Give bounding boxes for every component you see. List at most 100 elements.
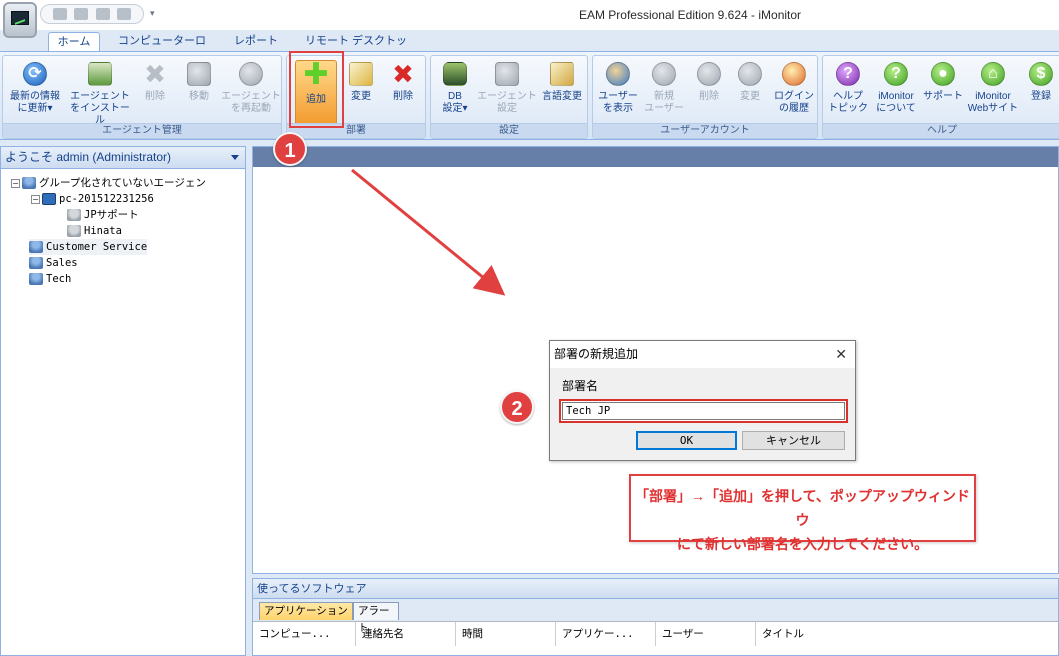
login-history-button[interactable]: ログイン の履歴 xyxy=(771,58,817,122)
tree-node-user-jp-support[interactable]: JPサポート xyxy=(67,207,139,223)
tab-applications[interactable]: アプリケーション xyxy=(259,602,353,620)
home-icon: ⌂ xyxy=(977,58,1009,90)
tree-node-tech[interactable]: Tech xyxy=(29,271,71,287)
new-user-icon xyxy=(648,58,680,90)
note-line-1: 「部署」→「追加」を押して、ポップアップウィンドウ xyxy=(635,488,970,528)
change-department-button[interactable]: 変更 xyxy=(341,58,381,122)
delete-department-button[interactable]: ✖ 削除 xyxy=(383,58,423,122)
chevron-down-icon[interactable] xyxy=(231,155,239,160)
welcome-label: ようこそ admin (Administrator) xyxy=(5,150,172,164)
software-pane: 使ってるソフトウェア アプリケーション アラート コンピュー... 連絡先名 時… xyxy=(252,578,1059,656)
group-agent-management: ⟳ 最新の情報 に更新▾ エージェント をインストール ✖ 削除 移動 エージェ… xyxy=(2,55,282,139)
db-settings-button[interactable]: DB 設定▾ xyxy=(433,58,477,122)
department-name-label: 部署名 xyxy=(562,379,599,393)
department-name-field-wrapper xyxy=(559,399,848,423)
install-agent-icon xyxy=(84,58,116,90)
qat-customize-icon[interactable]: ▾ xyxy=(150,8,155,19)
chart-icon[interactable] xyxy=(52,8,67,20)
ok-button[interactable]: OK xyxy=(636,431,737,450)
move-icon xyxy=(183,58,215,90)
tab-remote-desktop[interactable]: リモート デスクトップ xyxy=(298,32,414,65)
title-bar: ▾ EAM Professional Edition 9.624 - iMoni… xyxy=(0,0,1059,30)
software-grid-header: コンピュー... 連絡先名 時間 アプリケー... ユーザー タイトル xyxy=(253,621,1058,646)
user-icon xyxy=(67,225,81,237)
collapse-icon[interactable]: − xyxy=(31,194,40,204)
edit-pencil-icon xyxy=(345,58,377,90)
restart-icon xyxy=(235,58,267,90)
about-button[interactable]: ? iMonitor について xyxy=(871,58,921,122)
column-time[interactable]: 時間 xyxy=(456,622,556,646)
cancel-button[interactable]: キャンセル xyxy=(742,431,845,450)
column-user[interactable]: ユーザー xyxy=(656,622,756,646)
app-logo-icon[interactable] xyxy=(3,2,37,38)
install-agent-button[interactable]: エージェント をインストール xyxy=(67,58,133,126)
cart-icon: $ xyxy=(1025,58,1057,90)
show-users-button[interactable]: ユーザー を表示 xyxy=(595,58,641,122)
software-pane-title: 使ってるソフトウェア xyxy=(253,579,1058,599)
tab-alerts[interactable]: アラート xyxy=(353,602,399,634)
database-icon xyxy=(439,58,471,90)
department-name-input[interactable] xyxy=(562,402,845,420)
column-title[interactable]: タイトル xyxy=(756,622,1056,646)
move-agent-button[interactable]: 移動 xyxy=(177,58,221,122)
tree-header[interactable]: ようこそ admin (Administrator) xyxy=(1,147,245,169)
window-icon[interactable] xyxy=(117,8,132,20)
add-button-highlight xyxy=(289,51,344,128)
delete-icon: ✖ xyxy=(144,59,166,89)
collapse-icon[interactable]: − xyxy=(11,178,20,188)
support-icon: ● xyxy=(927,58,959,90)
website-button[interactable]: ⌂ iMonitor Webサイト xyxy=(965,58,1021,122)
group-icon xyxy=(22,177,36,189)
delete-user-icon xyxy=(693,58,725,90)
tree-node-ungrouped[interactable]: − グループ化されていないエージェン xyxy=(11,175,206,191)
tree-node-user-hinata[interactable]: Hinata xyxy=(67,223,122,239)
computer-icon xyxy=(42,193,56,205)
help-topics-button[interactable]: ? ヘルプ トピック xyxy=(825,58,871,122)
register-button[interactable]: $ 登録 xyxy=(1023,58,1059,122)
close-icon[interactable]: ✕ xyxy=(835,341,847,368)
tree-node-sales[interactable]: Sales xyxy=(29,255,78,271)
tree-node-pc[interactable]: − pc-201512231256 xyxy=(31,191,154,207)
step-badge-1: 1 xyxy=(273,132,307,166)
agent-settings-button[interactable]: エージェント 設定 xyxy=(477,58,537,122)
window-title: EAM Professional Edition 9.624 - iMonito… xyxy=(578,8,802,22)
language-icon xyxy=(546,58,578,90)
column-computer[interactable]: コンピュー... xyxy=(253,622,356,646)
new-user-button[interactable]: 新規 ユーザー xyxy=(641,58,687,122)
group-icon xyxy=(29,257,43,269)
delete-user-button[interactable]: 削除 xyxy=(687,58,731,122)
bar-chart-icon[interactable] xyxy=(74,8,89,20)
login-history-icon xyxy=(778,58,810,90)
column-contact[interactable]: 連絡先名 xyxy=(356,622,456,646)
column-application[interactable]: アプリケー... xyxy=(556,622,656,646)
agent-tree-pane: ようこそ admin (Administrator) − グループ化されていないエ… xyxy=(0,146,246,656)
dialog-title: 部署の新規追加 xyxy=(554,347,639,361)
refresh-button[interactable]: ⟳ 最新の情報 に更新▾ xyxy=(5,58,65,122)
delete-icon: ✖ xyxy=(392,59,414,89)
tree-node-customer-service[interactable]: Customer Service xyxy=(29,239,148,255)
group-settings: DB 設定▾ エージェント 設定 言語変更 設定 xyxy=(430,55,588,139)
group-help: ? ヘルプ トピック ? iMonitor について ● サポート ⌂ iMon… xyxy=(822,55,1059,139)
support-button[interactable]: ● サポート xyxy=(921,58,965,122)
tab-home[interactable]: ホーム xyxy=(48,32,100,52)
group-icon xyxy=(29,273,43,285)
refresh-icon: ⟳ xyxy=(19,58,51,90)
step-badge-2: 2 xyxy=(500,390,534,424)
agent-settings-icon xyxy=(491,58,523,90)
ribbon: ⟳ 最新の情報 に更新▾ エージェント をインストール ✖ 削除 移動 エージェ… xyxy=(0,51,1059,140)
ribbon-tabs: ホーム コンピューターログ レポート リモート デスクトップ xyxy=(0,30,1059,65)
report-icon[interactable] xyxy=(95,8,110,20)
quick-access-toolbar xyxy=(40,4,144,24)
dialog-title-bar: 部署の新規追加 ✕ xyxy=(550,341,855,368)
delete-agent-button[interactable]: ✖ 削除 xyxy=(133,58,177,122)
language-button[interactable]: 言語変更 xyxy=(537,58,587,122)
add-department-dialog: 部署の新規追加 ✕ 部署名 OK キャンセル xyxy=(549,340,856,461)
restart-agent-button[interactable]: エージェント を再起動 xyxy=(221,58,281,122)
software-tabs: アプリケーション アラート xyxy=(253,599,1058,634)
main-header-bar xyxy=(253,147,1058,167)
tab-computer-log[interactable]: コンピューターログ xyxy=(110,32,214,65)
change-user-button[interactable]: 変更 xyxy=(729,58,771,122)
user-icon xyxy=(67,209,81,221)
help-icon: ? xyxy=(832,58,864,90)
tab-report[interactable]: レポート xyxy=(228,32,284,52)
